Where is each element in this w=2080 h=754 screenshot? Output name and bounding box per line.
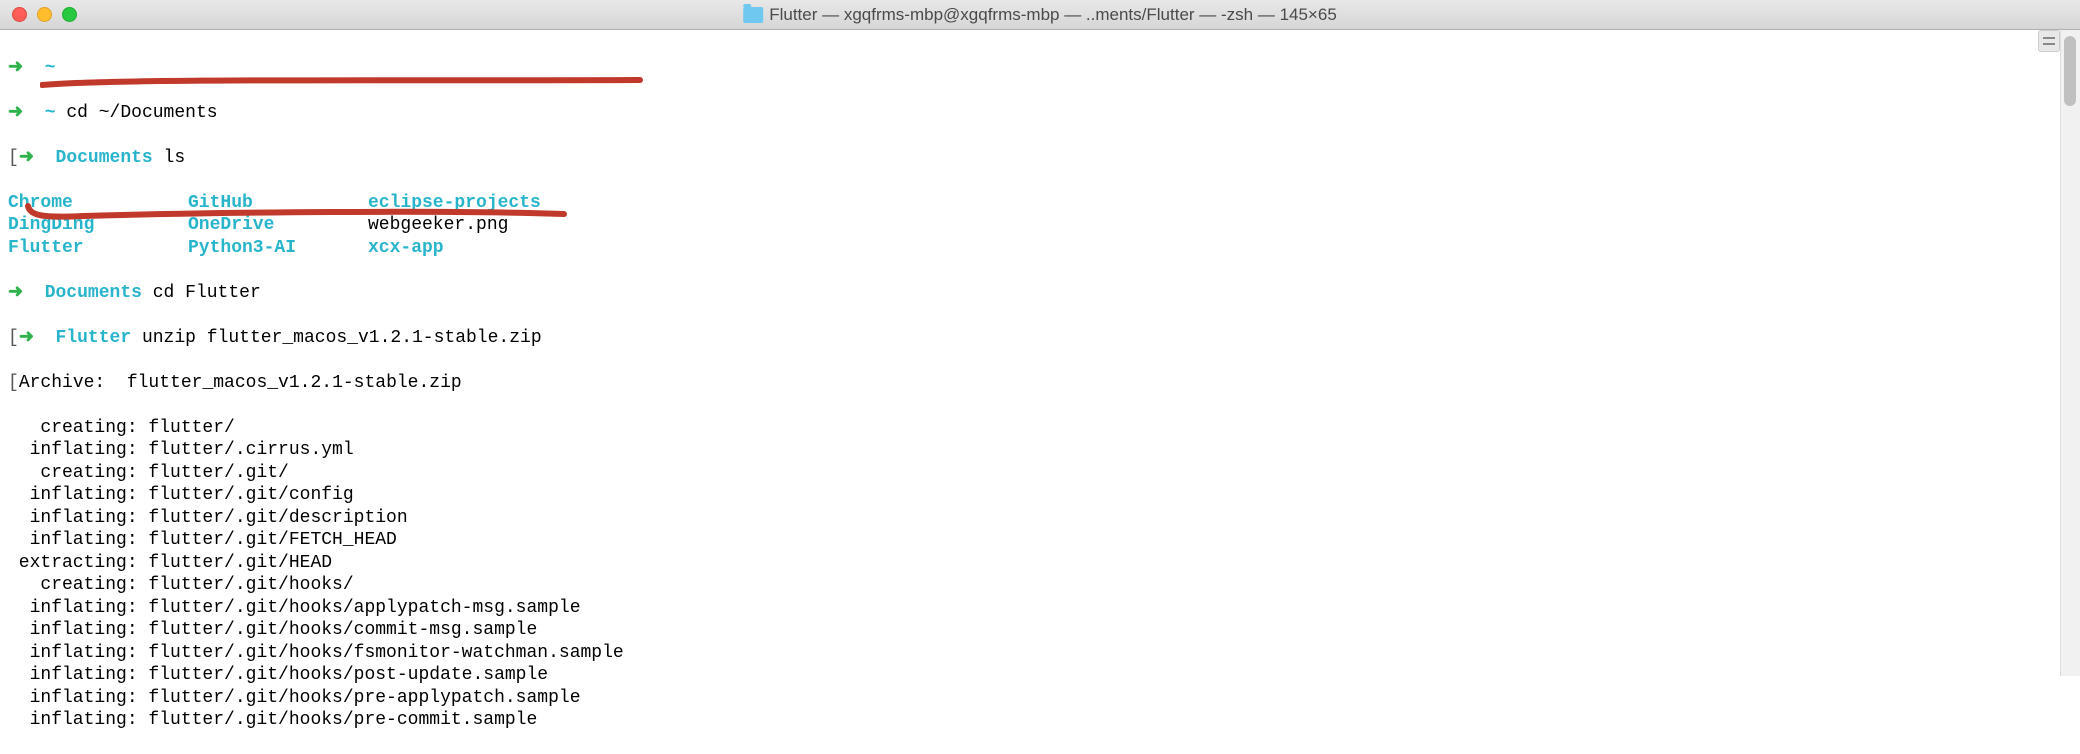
ls-dir: Python3-AI: [188, 237, 368, 260]
unzip-line: extracting: flutter/.git/HEAD: [8, 552, 2072, 575]
scrollbar-thumb[interactable]: [2064, 36, 2076, 106]
close-icon[interactable]: [12, 7, 27, 22]
title-text: Flutter — xgqfrms-mbp@xgqfrms-mbp — ..me…: [769, 5, 1337, 25]
ls-file: webgeeker.png: [368, 214, 2072, 237]
folder-icon: [743, 7, 763, 23]
cmd-cd-docs: cd ~/Documents: [66, 103, 217, 123]
prompt-arrow-icon: ➜: [19, 328, 34, 348]
unzip-archive: Archive: flutter_macos_v1.2.1-stable.zip: [19, 373, 462, 393]
ls-dir: DingDing: [8, 214, 188, 237]
unzip-line: inflating: flutter/.git/hooks/post-updat…: [8, 664, 2072, 687]
ls-dir: Flutter: [8, 237, 188, 260]
prompt-arrow-icon: ➜: [8, 58, 23, 78]
maximize-icon[interactable]: [62, 7, 77, 22]
prompt-arrow-icon: ➜: [8, 283, 23, 303]
unzip-line: inflating: flutter/.git/hooks/commit-msg…: [8, 619, 2072, 642]
unzip-line: creating: flutter/: [8, 417, 2072, 440]
minimize-icon[interactable]: [37, 7, 52, 22]
unzip-line: inflating: flutter/.git/hooks/fsmonitor-…: [8, 642, 2072, 665]
unzip-line: creating: flutter/.git/: [8, 462, 2072, 485]
ls-dir: eclipse-projects: [368, 192, 2072, 215]
prompt-path: Documents: [45, 283, 142, 303]
cmd-unzip: unzip flutter_macos_v1.2.1-stable.zip: [142, 328, 542, 348]
prompt-path: Flutter: [56, 328, 132, 348]
unzip-line: inflating: flutter/.cirrus.yml: [8, 439, 2072, 462]
scrollbar[interactable]: [2060, 30, 2080, 676]
unzip-line: inflating: flutter/.git/description: [8, 507, 2072, 530]
unzip-output: creating: flutter/ inflating: flutter/.c…: [8, 417, 2072, 732]
ls-dir: xcx-app: [368, 237, 2072, 260]
prompt-arrow-icon: ➜: [19, 148, 34, 168]
unzip-line: creating: flutter/.git/hooks/: [8, 574, 2072, 597]
prompt-path: ~: [45, 58, 56, 78]
cmd-cd-flutter: cd Flutter: [153, 283, 261, 303]
prompt-path: ~: [45, 103, 56, 123]
unzip-line: inflating: flutter/.git/hooks/pre-commit…: [8, 709, 2072, 732]
window-titlebar: Flutter — xgqfrms-mbp@xgqfrms-mbp — ..me…: [0, 0, 2080, 30]
unzip-line: inflating: flutter/.git/config: [8, 484, 2072, 507]
ls-dir: Chrome: [8, 192, 188, 215]
prompt-arrow-icon: ➜: [8, 103, 23, 123]
ls-dir: GitHub: [188, 192, 368, 215]
ls-dir: OneDrive: [188, 214, 368, 237]
unzip-line: inflating: flutter/.git/FETCH_HEAD: [8, 529, 2072, 552]
window-title: Flutter — xgqfrms-mbp@xgqfrms-mbp — ..me…: [743, 5, 1337, 25]
terminal-output[interactable]: ➜ ~ ➜ ~ cd ~/Documents [➜ Documents ls C…: [0, 30, 2080, 754]
ls-output: ChromeGitHubeclipse-projects DingDingOne…: [8, 192, 2072, 260]
unzip-line: inflating: flutter/.git/hooks/pre-applyp…: [8, 687, 2072, 710]
traffic-lights: [0, 7, 77, 22]
prompt-path: Documents: [56, 148, 153, 168]
cmd-ls: ls: [164, 148, 186, 168]
unzip-line: inflating: flutter/.git/hooks/applypatch…: [8, 597, 2072, 620]
